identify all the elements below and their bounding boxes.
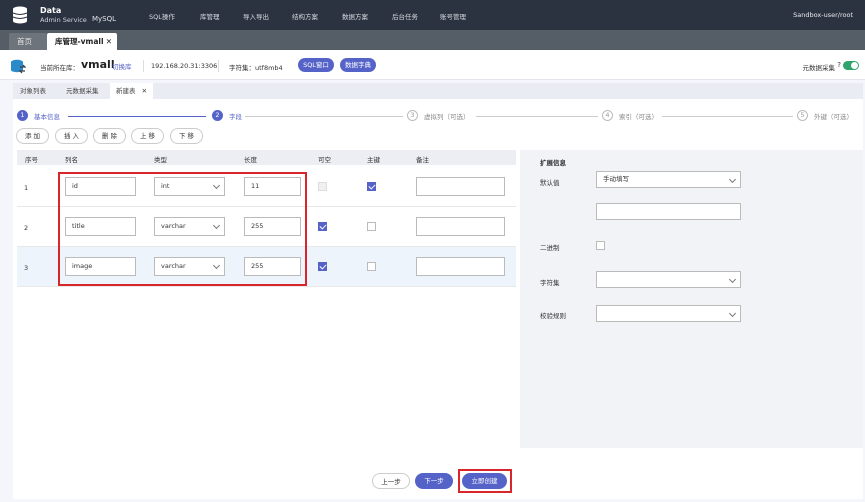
nav-tasks[interactable]: 后台任务 xyxy=(392,11,418,21)
nullable-checkbox[interactable] xyxy=(318,182,327,191)
default-mode-select[interactable]: 手动填写 xyxy=(596,171,741,188)
ext-title: 扩展信息 xyxy=(540,159,566,167)
collation-label: 校验规则 xyxy=(540,312,566,320)
header-length: 长度 xyxy=(244,156,257,164)
database-logo-icon xyxy=(12,6,28,24)
primary-key-checkbox[interactable] xyxy=(367,182,376,191)
insert-row-button[interactable]: 插 入 xyxy=(55,128,88,144)
row-number: 1 xyxy=(24,184,29,192)
step-3-circle: 3 xyxy=(407,110,418,121)
tab-home[interactable]: 首页 xyxy=(9,33,47,50)
step-connector xyxy=(662,116,793,117)
subtab-new-table[interactable]: 新建表 ✕ xyxy=(110,83,154,99)
charset-label: 字符集 xyxy=(540,279,560,287)
sub-tabbar: 对象列表 元数据采集 新建表 ✕ xyxy=(13,83,863,99)
step-1-circle: 1 xyxy=(17,110,28,121)
nav-structure[interactable]: 结构方案 xyxy=(292,11,318,21)
top-navbar: Data Admin Service MySQL SQL操作 库管理 导入导出 … xyxy=(0,0,865,30)
divider xyxy=(143,60,144,72)
brand-subtitle: Admin Service xyxy=(40,16,87,24)
step-1-label: 基本信息 xyxy=(34,113,60,121)
add-row-button[interactable]: 添 加 xyxy=(16,128,49,144)
primary-key-checkbox[interactable] xyxy=(367,262,376,271)
highlight-box xyxy=(58,172,307,286)
data-dictionary-button[interactable]: 数据字典 xyxy=(340,58,376,72)
chevron-down-icon xyxy=(728,175,737,184)
step-5-label: 外键（可选） xyxy=(814,113,853,121)
step-4-label: 索引（可选） xyxy=(619,113,658,121)
highlight-box xyxy=(458,469,512,493)
header-num: 序号 xyxy=(25,156,38,164)
move-up-button[interactable]: 上 移 xyxy=(131,128,164,144)
delete-row-button[interactable]: 删 除 xyxy=(93,128,126,144)
collation-select[interactable] xyxy=(596,305,741,322)
row-number: 3 xyxy=(24,264,29,272)
step-3-label: 虚拟列（可选） xyxy=(424,113,470,121)
current-db-name: vmall xyxy=(81,58,115,71)
server-address: 192.168.20.31:3306 xyxy=(151,62,218,70)
row-number: 2 xyxy=(24,224,29,232)
nav-import-export[interactable]: 导入导出 xyxy=(243,11,269,21)
tab-db-vmall[interactable]: 库管理-vmall ✕ xyxy=(47,33,117,50)
metadata-collect-toggle[interactable] xyxy=(843,61,859,70)
column-comment-input[interactable] xyxy=(416,177,505,196)
step-4-circle: 4 xyxy=(602,110,613,121)
tab-label: 库管理-vmall xyxy=(55,37,104,46)
subtab-metadata[interactable]: 元数据采集 xyxy=(66,83,99,99)
help-icon[interactable]: ? xyxy=(837,61,841,69)
default-value-input[interactable] xyxy=(596,203,741,220)
select-value: 手动填写 xyxy=(603,175,629,183)
nav-db-manage[interactable]: 库管理 xyxy=(200,11,220,21)
default-label: 默认值 xyxy=(540,179,560,187)
brand-title: Data xyxy=(40,6,62,15)
user-menu[interactable]: Sandbox-user/root xyxy=(793,11,853,19)
metadata-collect-label: 元数据采集 xyxy=(802,64,836,72)
close-icon[interactable]: ✕ xyxy=(142,87,147,95)
header-nullable: 可空 xyxy=(318,156,331,164)
nav-data-plan[interactable]: 数据方案 xyxy=(342,11,368,21)
header-pk: 主键 xyxy=(367,156,380,164)
fields-table-header: 序号 列名 类型 长度 可空 主键 备注 xyxy=(17,150,516,165)
binary-label: 二进制 xyxy=(540,244,560,252)
divider xyxy=(218,60,219,72)
column-comment-input[interactable] xyxy=(416,257,505,276)
next-step-button[interactable]: 下一步 xyxy=(415,473,453,489)
header-comment: 备注 xyxy=(416,156,429,164)
binary-checkbox[interactable] xyxy=(596,241,605,250)
step-connector xyxy=(476,116,598,117)
page-tabbar: 首页 库管理-vmall ✕ xyxy=(0,30,865,50)
column-comment-input[interactable] xyxy=(416,217,505,236)
sql-window-button[interactable]: SQL窗口 xyxy=(298,58,334,72)
prev-step-button[interactable]: 上一步 xyxy=(372,473,410,489)
charset-select[interactable] xyxy=(596,271,741,288)
step-5-circle: 5 xyxy=(797,110,808,121)
database-swap-icon xyxy=(11,59,26,74)
step-2-circle: 2 xyxy=(212,110,223,121)
nullable-checkbox[interactable] xyxy=(318,262,327,271)
current-db-label: 当前所在库： xyxy=(40,64,79,72)
db-info-bar: 当前所在库： vmall 切换库 192.168.20.31:3306 字符集：… xyxy=(0,50,865,80)
step-connector xyxy=(68,116,206,117)
subtab-label: 新建表 xyxy=(116,87,136,95)
chevron-down-icon xyxy=(728,309,737,318)
step-connector xyxy=(245,116,403,117)
nullable-checkbox[interactable] xyxy=(318,222,327,231)
extension-panel: 扩展信息 默认值 手动填写 二进制 字符集 校验规则 xyxy=(520,150,863,448)
primary-key-checkbox[interactable] xyxy=(367,222,376,231)
brand-dbtype: MySQL xyxy=(92,15,117,23)
step-2-label: 字段 xyxy=(229,113,242,121)
charset-info: 字符集：utf8mb4 xyxy=(229,64,283,72)
close-icon[interactable]: ✕ xyxy=(106,33,112,50)
header-col-name: 列名 xyxy=(65,156,78,164)
move-down-button[interactable]: 下 移 xyxy=(170,128,203,144)
nav-sql[interactable]: SQL操作 xyxy=(149,11,175,21)
switch-db-link[interactable]: 切换库 xyxy=(112,61,132,71)
header-type: 类型 xyxy=(154,156,167,164)
subtab-object-list[interactable]: 对象列表 xyxy=(20,83,46,99)
nav-accounts[interactable]: 账号管理 xyxy=(440,11,466,21)
chevron-down-icon xyxy=(728,275,737,284)
